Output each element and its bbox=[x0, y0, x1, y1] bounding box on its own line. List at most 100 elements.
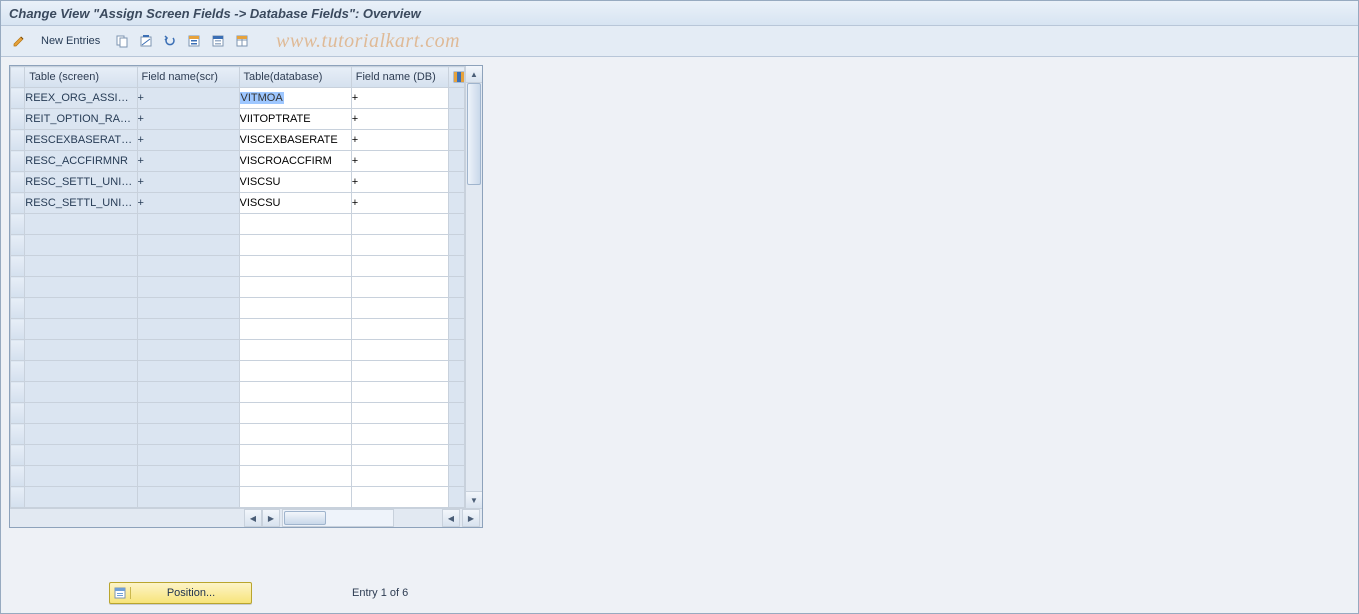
cell-input[interactable] bbox=[240, 152, 351, 170]
scroll-up-button[interactable]: ▲ bbox=[466, 66, 482, 83]
cell-input[interactable] bbox=[240, 257, 351, 275]
row-selector[interactable] bbox=[11, 151, 25, 172]
col-table-database[interactable]: Table(database) bbox=[239, 67, 351, 88]
row-selector[interactable] bbox=[11, 424, 25, 445]
cell-input[interactable] bbox=[352, 131, 448, 149]
cell-editable[interactable] bbox=[351, 445, 448, 466]
cell-input[interactable] bbox=[240, 215, 351, 233]
row-selector[interactable] bbox=[11, 109, 25, 130]
cell-editable[interactable] bbox=[239, 319, 351, 340]
cell-input[interactable] bbox=[240, 383, 351, 401]
cell-editable[interactable] bbox=[351, 256, 448, 277]
cell-input[interactable] bbox=[240, 362, 351, 380]
row-selector[interactable] bbox=[11, 361, 25, 382]
row-selector[interactable] bbox=[11, 487, 25, 508]
cell-editable[interactable] bbox=[351, 298, 448, 319]
hscroll-thumb[interactable] bbox=[284, 511, 326, 525]
cell-input[interactable] bbox=[352, 173, 448, 191]
horizontal-scrollbar[interactable]: ◀ ▶ ◀ ▶ bbox=[10, 508, 482, 527]
cell-editable[interactable] bbox=[239, 403, 351, 424]
vertical-scrollbar[interactable]: ▲ ▼ bbox=[465, 66, 482, 508]
select-all-header[interactable] bbox=[11, 67, 25, 88]
row-selector[interactable] bbox=[11, 277, 25, 298]
cell-input[interactable] bbox=[352, 152, 448, 170]
cell-input[interactable] bbox=[240, 299, 351, 317]
undo-button[interactable] bbox=[160, 31, 180, 51]
delete-button[interactable] bbox=[136, 31, 156, 51]
row-selector[interactable] bbox=[11, 466, 25, 487]
cell-input[interactable] bbox=[240, 446, 351, 464]
cell-editable[interactable] bbox=[239, 340, 351, 361]
cell-input[interactable] bbox=[240, 341, 351, 359]
cell-input[interactable] bbox=[240, 131, 351, 149]
cell-editable[interactable] bbox=[351, 382, 448, 403]
cell-editable[interactable] bbox=[239, 193, 351, 214]
cell-input[interactable] bbox=[240, 110, 351, 128]
row-selector[interactable] bbox=[11, 130, 25, 151]
col-field-name-db[interactable]: Field name (DB) bbox=[351, 67, 448, 88]
cell-input[interactable] bbox=[352, 110, 448, 128]
cell-editable[interactable]: VITMOA bbox=[239, 88, 351, 109]
row-selector[interactable] bbox=[11, 172, 25, 193]
cell-editable[interactable] bbox=[351, 235, 448, 256]
cell-editable[interactable] bbox=[351, 88, 448, 109]
cell-input[interactable] bbox=[240, 425, 351, 443]
cell-editable[interactable] bbox=[239, 445, 351, 466]
scroll-down-button[interactable]: ▼ bbox=[466, 491, 482, 508]
cell-input[interactable] bbox=[352, 404, 448, 422]
row-selector[interactable] bbox=[11, 298, 25, 319]
cell-input[interactable] bbox=[240, 467, 351, 485]
cell-editable[interactable] bbox=[239, 487, 351, 508]
cell-editable[interactable] bbox=[351, 319, 448, 340]
cell-editable[interactable] bbox=[239, 151, 351, 172]
cell-editable[interactable] bbox=[239, 109, 351, 130]
row-selector[interactable] bbox=[11, 319, 25, 340]
cell-editable[interactable] bbox=[239, 424, 351, 445]
cell-input[interactable] bbox=[240, 404, 351, 422]
row-selector[interactable] bbox=[11, 340, 25, 361]
deselect-all-button[interactable] bbox=[208, 31, 228, 51]
select-all-button[interactable] bbox=[184, 31, 204, 51]
cell-editable[interactable] bbox=[351, 487, 448, 508]
scroll-right-step-button[interactable]: ▶ bbox=[262, 509, 280, 527]
cell-input[interactable] bbox=[352, 488, 448, 506]
toggle-edit-button[interactable] bbox=[9, 31, 29, 51]
position-button[interactable]: Position... bbox=[109, 582, 252, 604]
cell-input[interactable] bbox=[352, 299, 448, 317]
cell-input[interactable] bbox=[352, 215, 448, 233]
cell-editable[interactable] bbox=[351, 424, 448, 445]
cell-input[interactable] bbox=[352, 320, 448, 338]
cell-editable[interactable] bbox=[351, 277, 448, 298]
cell-editable[interactable] bbox=[239, 172, 351, 193]
col-field-name-scr[interactable]: Field name(scr) bbox=[137, 67, 239, 88]
vscroll-thumb[interactable] bbox=[467, 83, 481, 185]
cell-input[interactable] bbox=[352, 236, 448, 254]
copy-button[interactable] bbox=[112, 31, 132, 51]
cell-input[interactable] bbox=[352, 89, 448, 107]
cell-input[interactable] bbox=[352, 383, 448, 401]
cell-editable[interactable] bbox=[351, 466, 448, 487]
row-selector[interactable] bbox=[11, 382, 25, 403]
cell-editable[interactable] bbox=[239, 130, 351, 151]
cell-editable[interactable] bbox=[239, 382, 351, 403]
cell-editable[interactable] bbox=[351, 361, 448, 382]
configure-columns-button[interactable] bbox=[448, 67, 464, 88]
row-selector[interactable] bbox=[11, 214, 25, 235]
scroll-right-end-button[interactable]: ▶ bbox=[462, 509, 480, 527]
cell-input[interactable] bbox=[352, 257, 448, 275]
row-selector[interactable] bbox=[11, 88, 25, 109]
hscroll-track[interactable] bbox=[282, 509, 394, 527]
cell-editable[interactable] bbox=[351, 172, 448, 193]
scroll-left-button[interactable]: ◀ bbox=[244, 509, 262, 527]
cell-editable[interactable] bbox=[351, 340, 448, 361]
cell-editable[interactable] bbox=[239, 466, 351, 487]
cell-input[interactable] bbox=[240, 488, 351, 506]
cell-input[interactable] bbox=[240, 236, 351, 254]
cell-editable[interactable] bbox=[239, 256, 351, 277]
cell-input[interactable] bbox=[240, 173, 351, 191]
new-entries-button[interactable]: New Entries bbox=[33, 31, 108, 51]
cell-input[interactable] bbox=[352, 446, 448, 464]
cell-editable[interactable] bbox=[351, 109, 448, 130]
cell-editable[interactable] bbox=[239, 298, 351, 319]
cell-editable[interactable] bbox=[351, 151, 448, 172]
